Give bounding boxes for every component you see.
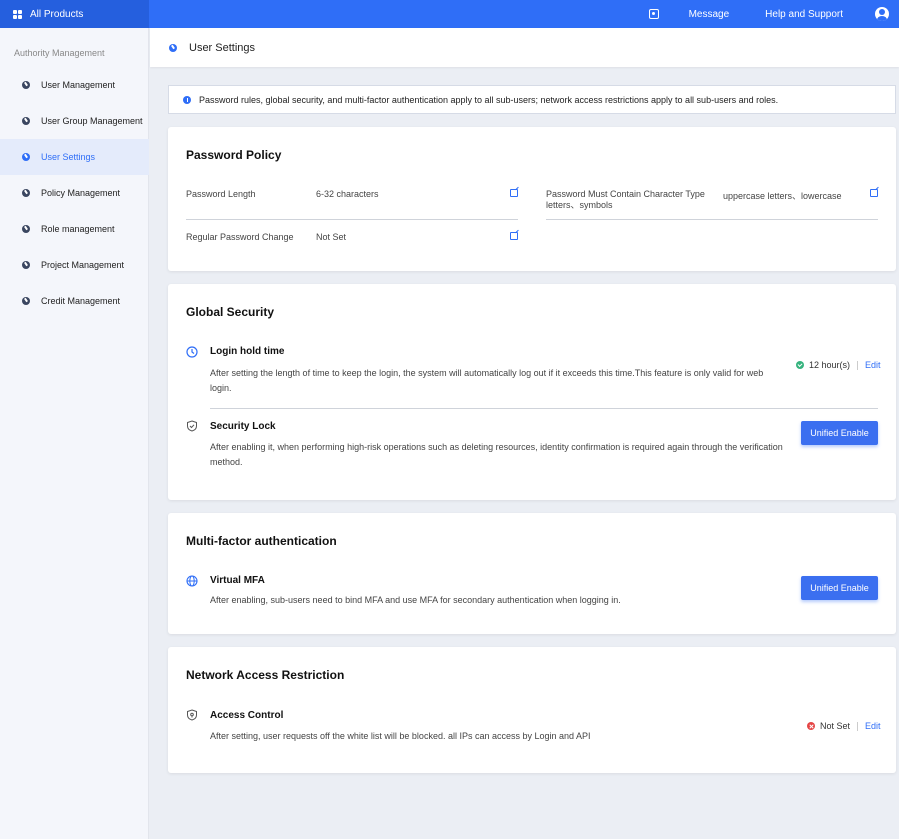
compass-icon bbox=[22, 297, 30, 305]
sidebar-item-label: Credit Management bbox=[41, 296, 121, 306]
info-icon bbox=[183, 95, 191, 104]
separator bbox=[857, 721, 859, 731]
access-control-title: Access Control bbox=[210, 710, 284, 721]
compass-icon bbox=[22, 153, 30, 161]
sidebar-item-user-group-management[interactable]: User Group Management bbox=[0, 103, 149, 139]
password-policy-card: Password Policy Password Length 6-32 cha… bbox=[168, 127, 896, 271]
compass-icon bbox=[22, 225, 30, 233]
sidebar-item-label: Project Management bbox=[41, 260, 125, 270]
password-change-label: Regular Password Change bbox=[186, 232, 294, 242]
security-lock-title: Security Lock bbox=[210, 421, 276, 432]
sidebar-item-label: User Management bbox=[41, 80, 116, 90]
top-bar: All Products Message Help and Support bbox=[0, 0, 899, 28]
char-type-value: uppercase letters、lowercase bbox=[723, 191, 842, 201]
network-access-card: Network Access Restriction Access Contro… bbox=[168, 647, 896, 773]
all-products-label: All Products bbox=[30, 8, 84, 20]
security-lock-description: After enabling it, when performing high-… bbox=[210, 440, 790, 470]
edit-char-type-icon[interactable] bbox=[870, 189, 878, 197]
sidebar: Authority Management User Management Use… bbox=[0, 28, 149, 839]
char-type-value-cont: letters、symbols bbox=[546, 200, 613, 210]
sidebar-item-label: Policy Management bbox=[41, 188, 121, 198]
virtual-mfa-enable-button[interactable]: Unified Enable bbox=[801, 576, 878, 600]
desc-line: method. bbox=[210, 457, 243, 467]
card-title: Multi-factor authentication bbox=[186, 534, 337, 548]
edit-access-control-link[interactable]: Edit bbox=[865, 721, 881, 731]
top-right-actions: Message Help and Support bbox=[648, 0, 899, 28]
separator bbox=[857, 360, 859, 370]
login-hold-value: 12 hour(s) bbox=[809, 360, 851, 370]
message-link[interactable]: Message bbox=[689, 9, 730, 20]
shield-check-icon bbox=[187, 420, 197, 432]
compass-icon bbox=[22, 189, 30, 197]
error-circle-icon bbox=[807, 722, 815, 730]
password-length-value: 6-32 characters bbox=[316, 189, 379, 199]
shield-lock-icon bbox=[187, 709, 197, 721]
compass-icon bbox=[169, 43, 177, 52]
login-hold-description: After setting the length of time to keep… bbox=[210, 366, 790, 396]
sidebar-item-user-settings[interactable]: User Settings bbox=[0, 139, 149, 175]
mfa-card: Multi-factor authentication Virtual MFA … bbox=[168, 513, 896, 634]
sidebar-item-policy-management[interactable]: Policy Management bbox=[0, 175, 149, 211]
sidebar-item-role-management[interactable]: Role management bbox=[0, 211, 149, 247]
access-control-description: After setting, user requests off the whi… bbox=[210, 731, 591, 741]
global-security-card: Global Security Login hold time After se… bbox=[168, 284, 896, 500]
divider bbox=[210, 408, 878, 409]
virtual-mfa-description: After enabling, sub-users need to bind M… bbox=[210, 595, 621, 605]
access-control-value: Not Set bbox=[820, 721, 851, 731]
security-lock-enable-button[interactable]: Unified Enable bbox=[801, 421, 878, 445]
user-avatar-icon[interactable] bbox=[875, 7, 889, 21]
divider bbox=[546, 219, 878, 220]
page-header: User Settings bbox=[150, 28, 899, 67]
sidebar-item-label: User Settings bbox=[41, 152, 96, 162]
edit-password-change-icon[interactable] bbox=[510, 232, 518, 240]
check-circle-icon bbox=[796, 361, 804, 369]
desc-line: After setting the length of time to keep… bbox=[210, 368, 764, 378]
sidebar-item-project-management[interactable]: Project Management bbox=[0, 247, 149, 283]
help-support-link[interactable]: Help and Support bbox=[765, 9, 843, 20]
desc-line: login. bbox=[210, 383, 232, 393]
edit-login-hold-link[interactable]: Edit bbox=[865, 360, 881, 370]
page-title: User Settings bbox=[189, 41, 256, 54]
info-notice: Password rules, global security, and mul… bbox=[168, 85, 896, 114]
sidebar-section-title: Authority Management bbox=[14, 48, 105, 58]
sidebar-item-credit-management[interactable]: Credit Management bbox=[0, 283, 149, 319]
desc-line: After enabling it, when performing high-… bbox=[210, 442, 783, 452]
notice-text: Password rules, global security, and mul… bbox=[199, 94, 779, 105]
sidebar-item-label: User Group Management bbox=[41, 116, 143, 126]
password-change-value: Not Set bbox=[316, 232, 347, 242]
grid-icon bbox=[13, 9, 22, 19]
login-hold-status: 12 hour(s) Edit bbox=[796, 360, 881, 370]
all-products-menu[interactable]: All Products bbox=[0, 0, 149, 28]
clock-icon bbox=[186, 346, 198, 358]
edit-password-length-icon[interactable] bbox=[510, 189, 518, 197]
globe-icon bbox=[186, 575, 198, 587]
password-length-label: Password Length bbox=[186, 189, 256, 199]
compass-icon bbox=[22, 81, 30, 89]
login-hold-title: Login hold time bbox=[210, 346, 285, 357]
sidebar-item-label: Role management bbox=[41, 224, 115, 234]
console-icon[interactable] bbox=[648, 9, 659, 19]
compass-icon bbox=[22, 261, 30, 269]
divider bbox=[186, 219, 518, 220]
compass-icon bbox=[22, 117, 30, 125]
card-title: Network Access Restriction bbox=[186, 668, 345, 682]
card-title: Password Policy bbox=[186, 148, 282, 162]
sidebar-item-user-management[interactable]: User Management bbox=[0, 67, 149, 103]
card-title: Global Security bbox=[186, 305, 275, 319]
access-control-status: Not Set Edit bbox=[807, 721, 881, 731]
virtual-mfa-title: Virtual MFA bbox=[210, 575, 265, 586]
